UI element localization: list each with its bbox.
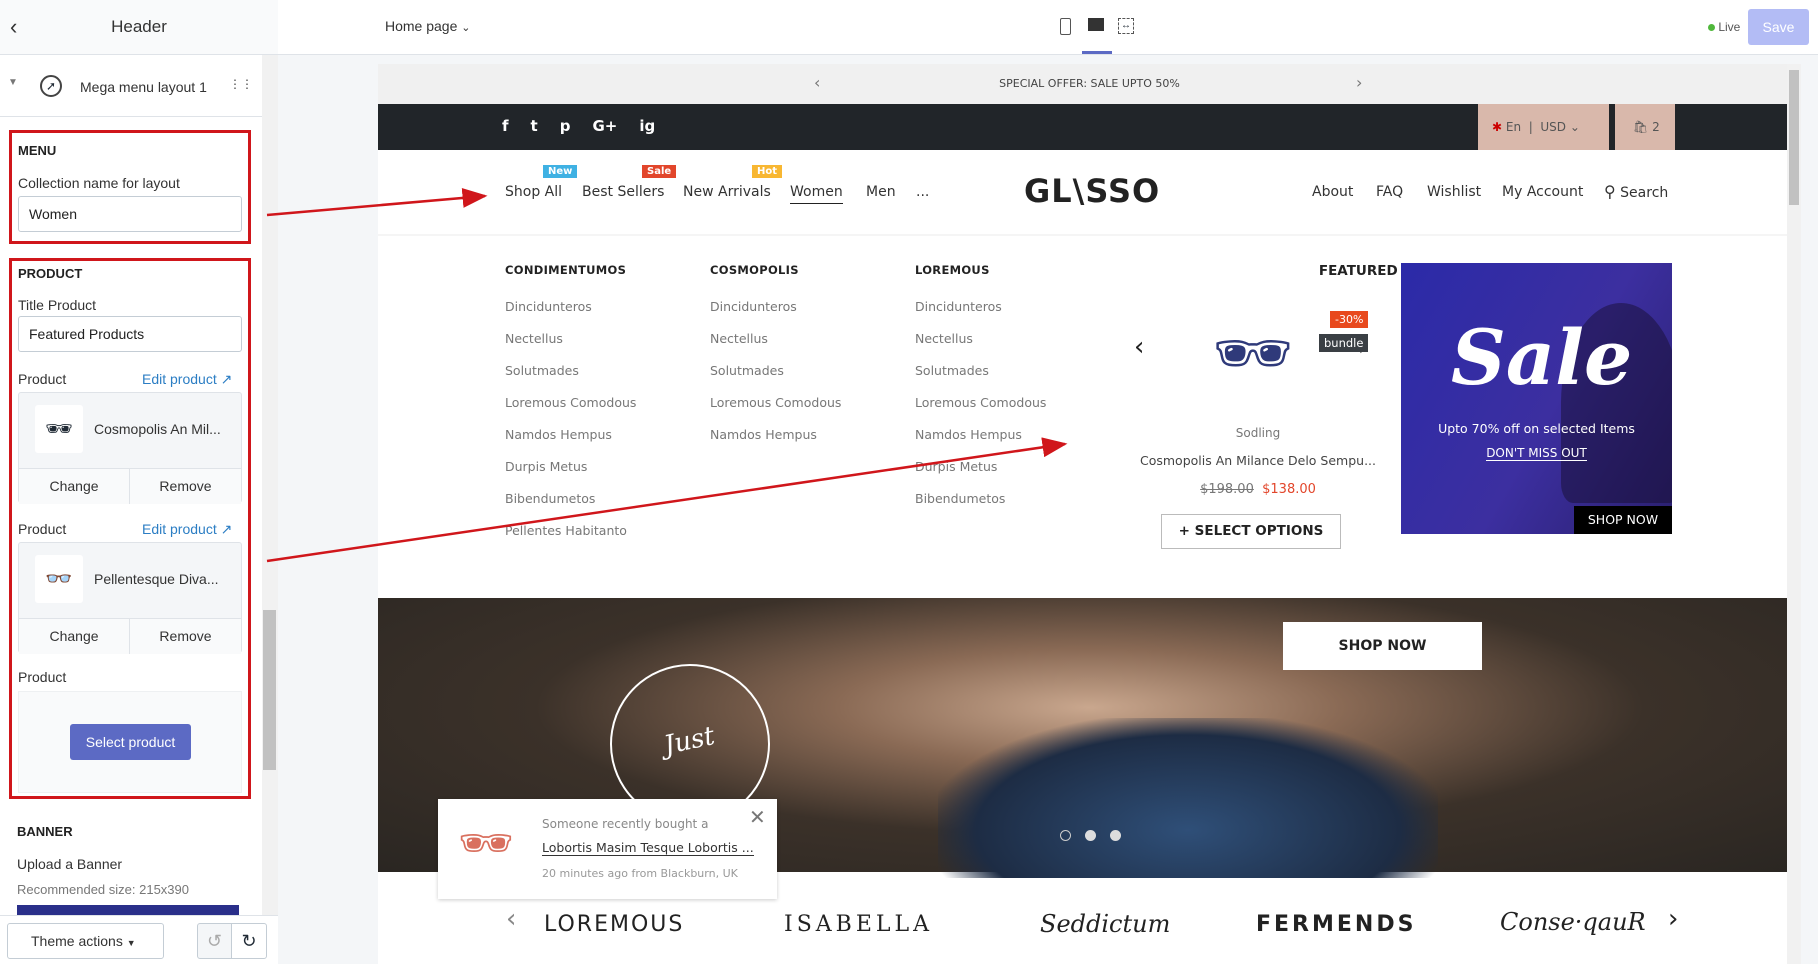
arrow-product — [266, 437, 1068, 563]
annotation-arrows — [266, 187, 1068, 563]
arrow-menu — [266, 187, 488, 217]
